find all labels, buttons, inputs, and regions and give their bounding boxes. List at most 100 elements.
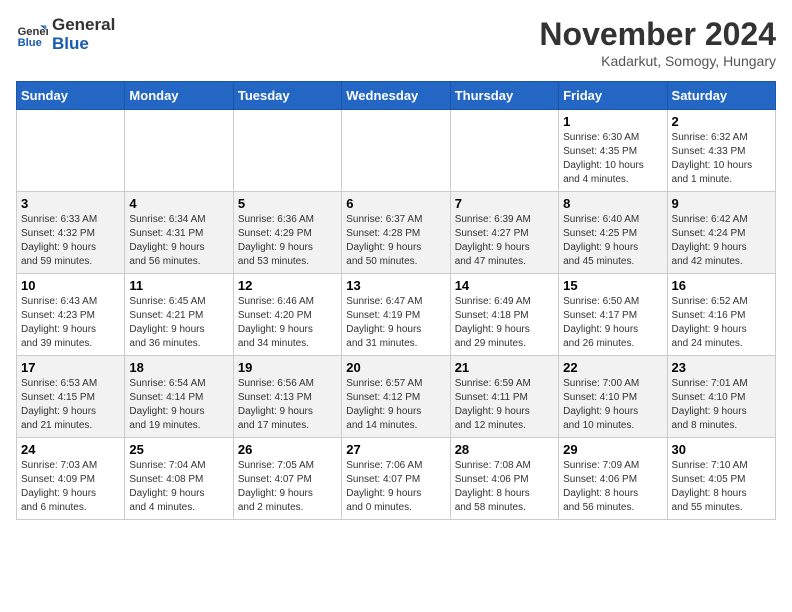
calendar-cell: 13 Sunrise: 6:47 AM Sunset: 4:19 PM Dayli…: [342, 274, 450, 356]
calendar-cell: 15 Sunrise: 6:50 AM Sunset: 4:17 PM Dayli…: [559, 274, 667, 356]
calendar-cell: 16 Sunrise: 6:52 AM Sunset: 4:16 PM Dayli…: [667, 274, 775, 356]
day-number: 15: [563, 278, 662, 293]
header-cell: Tuesday: [233, 82, 341, 110]
calendar-cell: 23Sunrise: 7:01 AM Sunset: 4:10 PM Dayli…: [667, 356, 775, 438]
day-number: 7: [455, 196, 554, 211]
day-number: 8: [563, 196, 662, 211]
day-number: 26: [238, 442, 337, 457]
day-detail: Sunrise: 7:08 AM Sunset: 4:06 PM Dayligh…: [455, 459, 554, 515]
calendar-body: 1Sunrise: 6:30 AM Sunset: 4:35 PM Daylig…: [17, 110, 776, 520]
day-detail: Sunrise: 6:43 AM Sunset: 4:23 PM Dayligh…: [21, 295, 120, 351]
logo-line2: Blue: [52, 35, 115, 54]
day-number: 17: [21, 360, 120, 375]
calendar-week-row: 24 Sunrise: 7:03 AM Sunset: 4:09 PM Dayli…: [17, 438, 776, 520]
calendar-cell: 17 Sunrise: 6:53 AM Sunset: 4:15 PM Dayli…: [17, 356, 125, 438]
day-number: 3: [21, 196, 120, 211]
calendar-cell: 8 Sunrise: 6:40 AM Sunset: 4:25 PM Daylig…: [559, 192, 667, 274]
header-cell: Saturday: [667, 82, 775, 110]
calendar-cell: 6Sunrise: 6:37 AM Sunset: 4:28 PM Daylig…: [342, 192, 450, 274]
day-detail: Sunrise: 7:10 AM Sunset: 4:05 PM Dayligh…: [672, 459, 771, 515]
calendar-cell: 25 Sunrise: 7:04 AM Sunset: 4:08 PM Dayli…: [125, 438, 233, 520]
header-cell: Sunday: [17, 82, 125, 110]
day-detail: Sunrise: 6:53 AM Sunset: 4:15 PM Dayligh…: [21, 377, 120, 433]
day-detail: Sunrise: 7:09 AM Sunset: 4:06 PM Dayligh…: [563, 459, 662, 515]
calendar-cell: 7Sunrise: 6:39 AM Sunset: 4:27 PM Daylig…: [450, 192, 558, 274]
day-detail: Sunrise: 6:57 AM Sunset: 4:12 PM Dayligh…: [346, 377, 445, 433]
day-detail: Sunrise: 6:36 AM Sunset: 4:29 PM Dayligh…: [238, 213, 337, 269]
day-detail: Sunrise: 7:03 AM Sunset: 4:09 PM Dayligh…: [21, 459, 120, 515]
day-detail: Sunrise: 6:54 AM Sunset: 4:14 PM Dayligh…: [129, 377, 228, 433]
calendar-cell: 9 Sunrise: 6:42 AM Sunset: 4:24 PM Daylig…: [667, 192, 775, 274]
calendar-week-row: 1Sunrise: 6:30 AM Sunset: 4:35 PM Daylig…: [17, 110, 776, 192]
day-detail: Sunrise: 6:56 AM Sunset: 4:13 PM Dayligh…: [238, 377, 337, 433]
day-number: 9: [672, 196, 771, 211]
calendar-cell: 21 Sunrise: 6:59 AM Sunset: 4:11 PM Dayli…: [450, 356, 558, 438]
day-detail: Sunrise: 6:47 AM Sunset: 4:19 PM Dayligh…: [346, 295, 445, 351]
day-number: 12: [238, 278, 337, 293]
header-cell: Monday: [125, 82, 233, 110]
calendar-cell: 28 Sunrise: 7:08 AM Sunset: 4:06 PM Dayli…: [450, 438, 558, 520]
calendar-table: SundayMondayTuesdayWednesdayThursdayFrid…: [16, 81, 776, 520]
day-detail: Sunrise: 7:00 AM Sunset: 4:10 PM Dayligh…: [563, 377, 662, 433]
day-detail: Sunrise: 6:59 AM Sunset: 4:11 PM Dayligh…: [455, 377, 554, 433]
day-detail: Sunrise: 7:04 AM Sunset: 4:08 PM Dayligh…: [129, 459, 228, 515]
calendar-cell: 18 Sunrise: 6:54 AM Sunset: 4:14 PM Dayli…: [125, 356, 233, 438]
day-detail: Sunrise: 7:05 AM Sunset: 4:07 PM Dayligh…: [238, 459, 337, 515]
calendar-cell: 22 Sunrise: 7:00 AM Sunset: 4:10 PM Dayli…: [559, 356, 667, 438]
calendar-cell: 4Sunrise: 6:34 AM Sunset: 4:31 PM Daylig…: [125, 192, 233, 274]
header-cell: Wednesday: [342, 82, 450, 110]
calendar-cell: 12 Sunrise: 6:46 AM Sunset: 4:20 PM Dayli…: [233, 274, 341, 356]
day-number: 24: [21, 442, 120, 457]
month-title: November 2024: [539, 16, 776, 53]
day-number: 10: [21, 278, 120, 293]
calendar-week-row: 3Sunrise: 6:33 AM Sunset: 4:32 PM Daylig…: [17, 192, 776, 274]
page-header: General Blue General Blue November 2024 …: [16, 16, 776, 69]
day-detail: Sunrise: 6:32 AM Sunset: 4:33 PM Dayligh…: [672, 131, 771, 187]
calendar-cell: 24 Sunrise: 7:03 AM Sunset: 4:09 PM Dayli…: [17, 438, 125, 520]
calendar-cell: [125, 110, 233, 192]
calendar-cell: 20 Sunrise: 6:57 AM Sunset: 4:12 PM Dayli…: [342, 356, 450, 438]
calendar-cell: 11 Sunrise: 6:45 AM Sunset: 4:21 PM Dayli…: [125, 274, 233, 356]
day-detail: Sunrise: 6:42 AM Sunset: 4:24 PM Dayligh…: [672, 213, 771, 269]
calendar-week-row: 17 Sunrise: 6:53 AM Sunset: 4:15 PM Dayli…: [17, 356, 776, 438]
day-number: 13: [346, 278, 445, 293]
day-number: 11: [129, 278, 228, 293]
day-number: 21: [455, 360, 554, 375]
day-number: 30: [672, 442, 771, 457]
day-number: 6: [346, 196, 445, 211]
calendar-cell: 30 Sunrise: 7:10 AM Sunset: 4:05 PM Dayli…: [667, 438, 775, 520]
logo: General Blue General Blue: [16, 16, 115, 53]
calendar-week-row: 10 Sunrise: 6:43 AM Sunset: 4:23 PM Dayli…: [17, 274, 776, 356]
day-detail: Sunrise: 6:45 AM Sunset: 4:21 PM Dayligh…: [129, 295, 228, 351]
day-number: 16: [672, 278, 771, 293]
calendar-cell: [17, 110, 125, 192]
header-cell: Thursday: [450, 82, 558, 110]
calendar-cell: 29Sunrise: 7:09 AM Sunset: 4:06 PM Dayli…: [559, 438, 667, 520]
day-number: 22: [563, 360, 662, 375]
day-detail: Sunrise: 6:52 AM Sunset: 4:16 PM Dayligh…: [672, 295, 771, 351]
day-number: 28: [455, 442, 554, 457]
header-cell: Friday: [559, 82, 667, 110]
title-area: November 2024 Kadarkut, Somogy, Hungary: [539, 16, 776, 69]
day-number: 18: [129, 360, 228, 375]
day-number: 5: [238, 196, 337, 211]
day-detail: Sunrise: 6:50 AM Sunset: 4:17 PM Dayligh…: [563, 295, 662, 351]
day-number: 14: [455, 278, 554, 293]
calendar-cell: 19Sunrise: 6:56 AM Sunset: 4:13 PM Dayli…: [233, 356, 341, 438]
day-detail: Sunrise: 6:30 AM Sunset: 4:35 PM Dayligh…: [563, 131, 662, 187]
day-detail: Sunrise: 6:34 AM Sunset: 4:31 PM Dayligh…: [129, 213, 228, 269]
day-number: 27: [346, 442, 445, 457]
day-detail: Sunrise: 6:46 AM Sunset: 4:20 PM Dayligh…: [238, 295, 337, 351]
day-detail: Sunrise: 6:40 AM Sunset: 4:25 PM Dayligh…: [563, 213, 662, 269]
day-number: 2: [672, 114, 771, 129]
day-detail: Sunrise: 7:01 AM Sunset: 4:10 PM Dayligh…: [672, 377, 771, 433]
logo-icon: General Blue: [16, 19, 48, 51]
calendar-cell: [450, 110, 558, 192]
day-detail: Sunrise: 7:06 AM Sunset: 4:07 PM Dayligh…: [346, 459, 445, 515]
calendar-cell: 5 Sunrise: 6:36 AM Sunset: 4:29 PM Daylig…: [233, 192, 341, 274]
calendar-cell: [342, 110, 450, 192]
day-number: 25: [129, 442, 228, 457]
calendar-cell: 3Sunrise: 6:33 AM Sunset: 4:32 PM Daylig…: [17, 192, 125, 274]
day-number: 20: [346, 360, 445, 375]
calendar-cell: 1Sunrise: 6:30 AM Sunset: 4:35 PM Daylig…: [559, 110, 667, 192]
